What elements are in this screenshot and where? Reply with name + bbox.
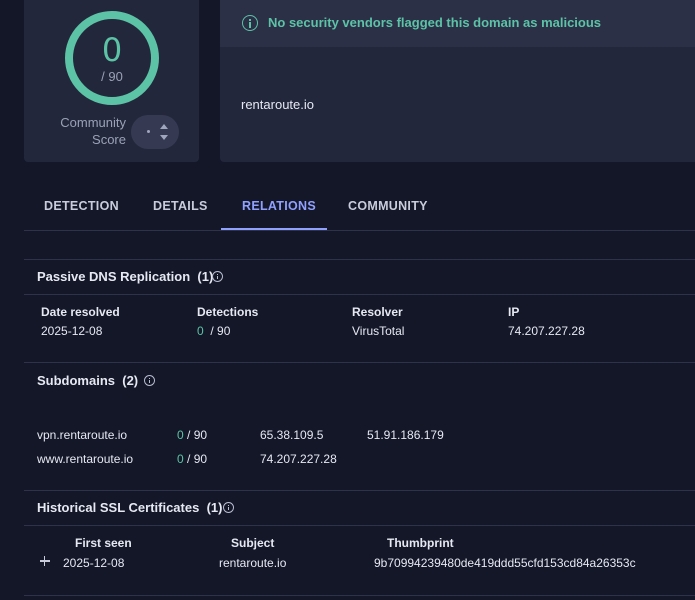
column-header-date-resolved: Date resolved	[41, 305, 120, 319]
active-tab-indicator	[221, 228, 327, 230]
divider	[24, 259, 695, 260]
dns-ip-link[interactable]: 74.207.227.28	[508, 324, 585, 338]
ssl-first-seen: 2025-12-08	[63, 556, 125, 570]
verdict-banner: No security vendors flagged this domain …	[220, 0, 695, 47]
subdomains-title: Subdomains (2)	[37, 373, 139, 388]
dns-date: 2025-12-08	[41, 324, 103, 338]
divider	[24, 490, 695, 491]
report-tabs: DETECTION DETAILS RELATIONS COMMUNITY	[24, 185, 695, 231]
divider	[24, 595, 695, 596]
tab-detection[interactable]: DETECTION	[44, 199, 119, 213]
info-icon[interactable]	[212, 271, 223, 282]
arrow-up-icon[interactable]	[160, 124, 168, 129]
community-score-label: Community Score	[60, 115, 126, 147]
domain-info-card: No security vendors flagged this domain …	[220, 0, 695, 162]
verdict-message: No security vendors flagged this domain …	[268, 15, 602, 30]
info-icon[interactable]	[144, 375, 155, 386]
tab-relations[interactable]: RELATIONS	[242, 199, 316, 213]
ssl-certificates-title: Historical SSL Certificates (1)	[37, 500, 223, 515]
subdomain-link[interactable]: www.rentaroute.io	[37, 452, 133, 466]
arrow-down-icon[interactable]	[160, 135, 168, 140]
domain-report-page: 0 / 90 Community Score No security vendo…	[0, 0, 695, 600]
subdomain-detections[interactable]: 0 / 90	[177, 428, 207, 442]
expand-plus-icon[interactable]	[40, 556, 50, 566]
subdomain-ip-link[interactable]: 51.91.186.179	[367, 428, 444, 442]
divider	[24, 294, 695, 295]
subdomain-detections[interactable]: 0 / 90	[177, 452, 207, 466]
domain-name: rentaroute.io	[241, 97, 314, 112]
divider	[24, 362, 695, 363]
ssl-subject: rentaroute.io	[219, 556, 287, 570]
ssl-thumbprint: 9b70994239480de419ddd55cfd153cd84a26353c	[374, 556, 636, 570]
column-header-thumbprint: Thumbprint	[387, 536, 454, 550]
dns-resolver: VirusTotal	[352, 324, 405, 338]
detection-score-value: 0	[101, 31, 123, 69]
column-header-first-seen: First seen	[75, 536, 132, 550]
dot-icon	[147, 130, 150, 133]
tab-community[interactable]: COMMUNITY	[348, 199, 428, 213]
tab-details[interactable]: DETAILS	[153, 199, 208, 213]
info-icon[interactable]	[223, 502, 234, 513]
subdomain-link[interactable]: vpn.rentaroute.io	[37, 428, 127, 442]
info-circle-icon	[242, 15, 258, 31]
subdomain-ip-link[interactable]: 65.38.109.5	[260, 428, 323, 442]
column-header-subject: Subject	[231, 536, 275, 550]
community-score-vote[interactable]	[131, 115, 179, 149]
column-header-detections: Detections	[197, 305, 259, 319]
divider	[24, 525, 695, 526]
score-card: 0 / 90 Community Score	[24, 0, 199, 162]
detection-score-total: / 90	[101, 69, 123, 84]
subdomain-ip-link[interactable]: 74.207.227.28	[260, 452, 337, 466]
passive-dns-title: Passive DNS Replication (1)	[37, 269, 214, 284]
column-header-ip: IP	[508, 305, 520, 319]
dns-detections[interactable]: 0 / 90	[197, 324, 230, 338]
column-header-resolver: Resolver	[352, 305, 403, 319]
